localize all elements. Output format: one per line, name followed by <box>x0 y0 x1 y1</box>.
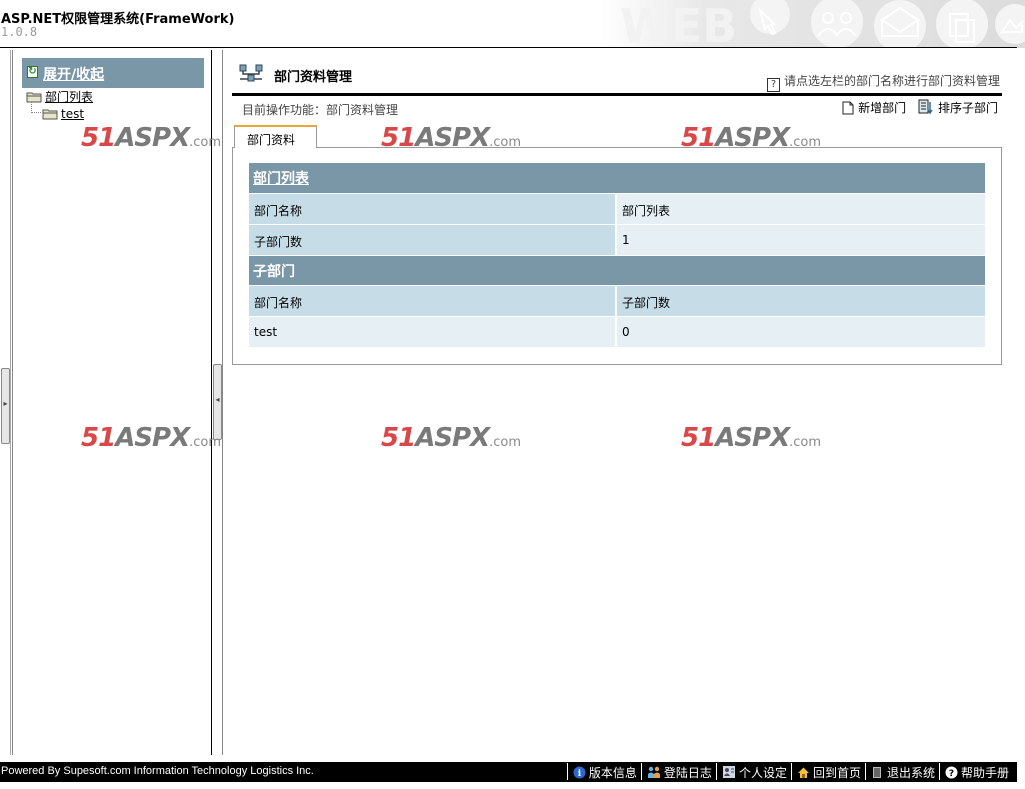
powered-by-text: Powered By Supesoft.com Information Tech… <box>1 765 314 777</box>
header-banner-graphic: WEB <box>600 0 1025 48</box>
field-value: 1 <box>617 225 985 255</box>
page-title: 部门资料管理 <box>274 70 353 85</box>
footer-link-login-log[interactable]: 登陆日志 <box>640 763 716 782</box>
tree-connector <box>31 102 41 113</box>
left-edge-line <box>10 50 11 755</box>
home-icon <box>797 766 810 782</box>
tab-department-info[interactable]: 部门资料 <box>234 125 317 148</box>
user-card-icon <box>722 765 736 782</box>
footer-link-help[interactable]: ? 帮助手册 <box>938 763 1013 782</box>
collapse-arrow-icon: ◂ <box>215 395 220 404</box>
header-divider <box>0 47 1017 48</box>
tab-content-panel: 部门列表 部门名称 部门列表 子部门数 1 子部门 部门名称 子部门数 test… <box>232 147 1002 365</box>
expand-collapse-link[interactable]: 展开/收起 <box>43 64 104 84</box>
help-hint-text: 请点选左栏的部门名称进行部门资料管理 <box>783 74 1000 88</box>
folder-icon <box>42 109 58 120</box>
column-header: 子部门数 <box>617 286 985 316</box>
header: ASP.NET权限管理系统(FrameWork) 1.0.8 WEB <box>0 0 1025 48</box>
action-toolbar: 新增部门 排序子部门 <box>834 99 998 116</box>
sort-subdepartments-button[interactable]: 排序子部门 <box>918 99 998 116</box>
tree-toggle-bar[interactable]: ↻ 展开/收起 <box>22 58 204 88</box>
dept-list-section-header[interactable]: 部门列表 <box>249 163 985 193</box>
help-icon: ? <box>945 766 958 782</box>
field-value: 部门列表 <box>617 194 985 224</box>
sub-department-count: 0 <box>617 317 985 347</box>
add-department-button[interactable]: 新增部门 <box>842 99 906 116</box>
new-document-icon <box>842 101 854 115</box>
help-hint: ? 请点选左栏的部门名称进行部门资料管理 <box>766 72 1000 92</box>
footer-link-logout[interactable]: 退出系统 <box>864 763 939 782</box>
users-icon <box>647 766 661 782</box>
field-label: 部门名称 <box>249 194 616 224</box>
app-version: 1.0.8 <box>1 25 38 39</box>
footer-bar: Powered By Supesoft.com Information Tech… <box>0 762 1017 782</box>
svg-text:i: i <box>578 769 582 779</box>
svg-text:?: ? <box>949 769 954 779</box>
tree-node-child-label[interactable]: test <box>61 107 84 121</box>
tab-department-info-label[interactable]: 部门资料 <box>247 131 295 148</box>
left-splitter-handle[interactable]: ▸ <box>1 368 10 444</box>
department-network-icon <box>239 64 263 82</box>
page-header: 部门资料管理 ? 请点选左栏的部门名称进行部门资料管理 <box>232 60 1002 96</box>
sort-list-icon <box>918 99 933 115</box>
logout-icon <box>871 766 884 782</box>
column-header-row: 部门名称 子部门数 <box>249 285 985 316</box>
sub-department-name[interactable]: test <box>249 317 616 347</box>
sort-subdepartments-label[interactable]: 排序子部门 <box>938 101 998 115</box>
table-row[interactable]: test 0 <box>249 316 985 347</box>
table-row: 子部门数 1 <box>249 224 985 255</box>
sub-departments-section-header: 子部门 <box>249 255 985 285</box>
department-info-grid: 部门列表 部门名称 部门列表 子部门数 1 子部门 部门名称 子部门数 test… <box>249 163 985 347</box>
info-icon: i <box>573 766 586 782</box>
table-row: 部门名称 部门列表 <box>249 193 985 224</box>
column-header: 部门名称 <box>249 286 616 316</box>
main-content: 部门资料管理 ? 请点选左栏的部门名称进行部门资料管理 目前操作功能：部门资料管理… <box>232 50 1002 755</box>
refresh-icon: ↻ <box>27 66 38 78</box>
current-operation: 目前操作功能：部门资料管理 <box>242 103 399 117</box>
footer-link-home[interactable]: 回到首页 <box>790 763 865 782</box>
footer-link-version[interactable]: i 版本信息 <box>566 763 641 782</box>
expand-arrow-icon: ▸ <box>3 399 8 408</box>
tree-node-child[interactable]: test <box>42 107 84 121</box>
footer-link-personal-settings[interactable]: 个人设定 <box>715 763 791 782</box>
tree-node-root-label[interactable]: 部门列表 <box>45 90 93 104</box>
svg-text:WEB: WEB <box>620 0 737 48</box>
left-panel: ↻ 展开/收起 部门列表 test <box>12 50 212 755</box>
field-label: 子部门数 <box>249 225 616 255</box>
footer-links: i 版本信息 登陆日志 个人设定 回到首页 退出系统? 帮助手册 <box>566 763 1013 782</box>
panel-divider <box>222 50 223 755</box>
help-question-icon: ? <box>766 78 780 92</box>
add-department-label[interactable]: 新增部门 <box>858 101 906 115</box>
center-splitter-handle[interactable]: ◂ <box>213 364 222 440</box>
